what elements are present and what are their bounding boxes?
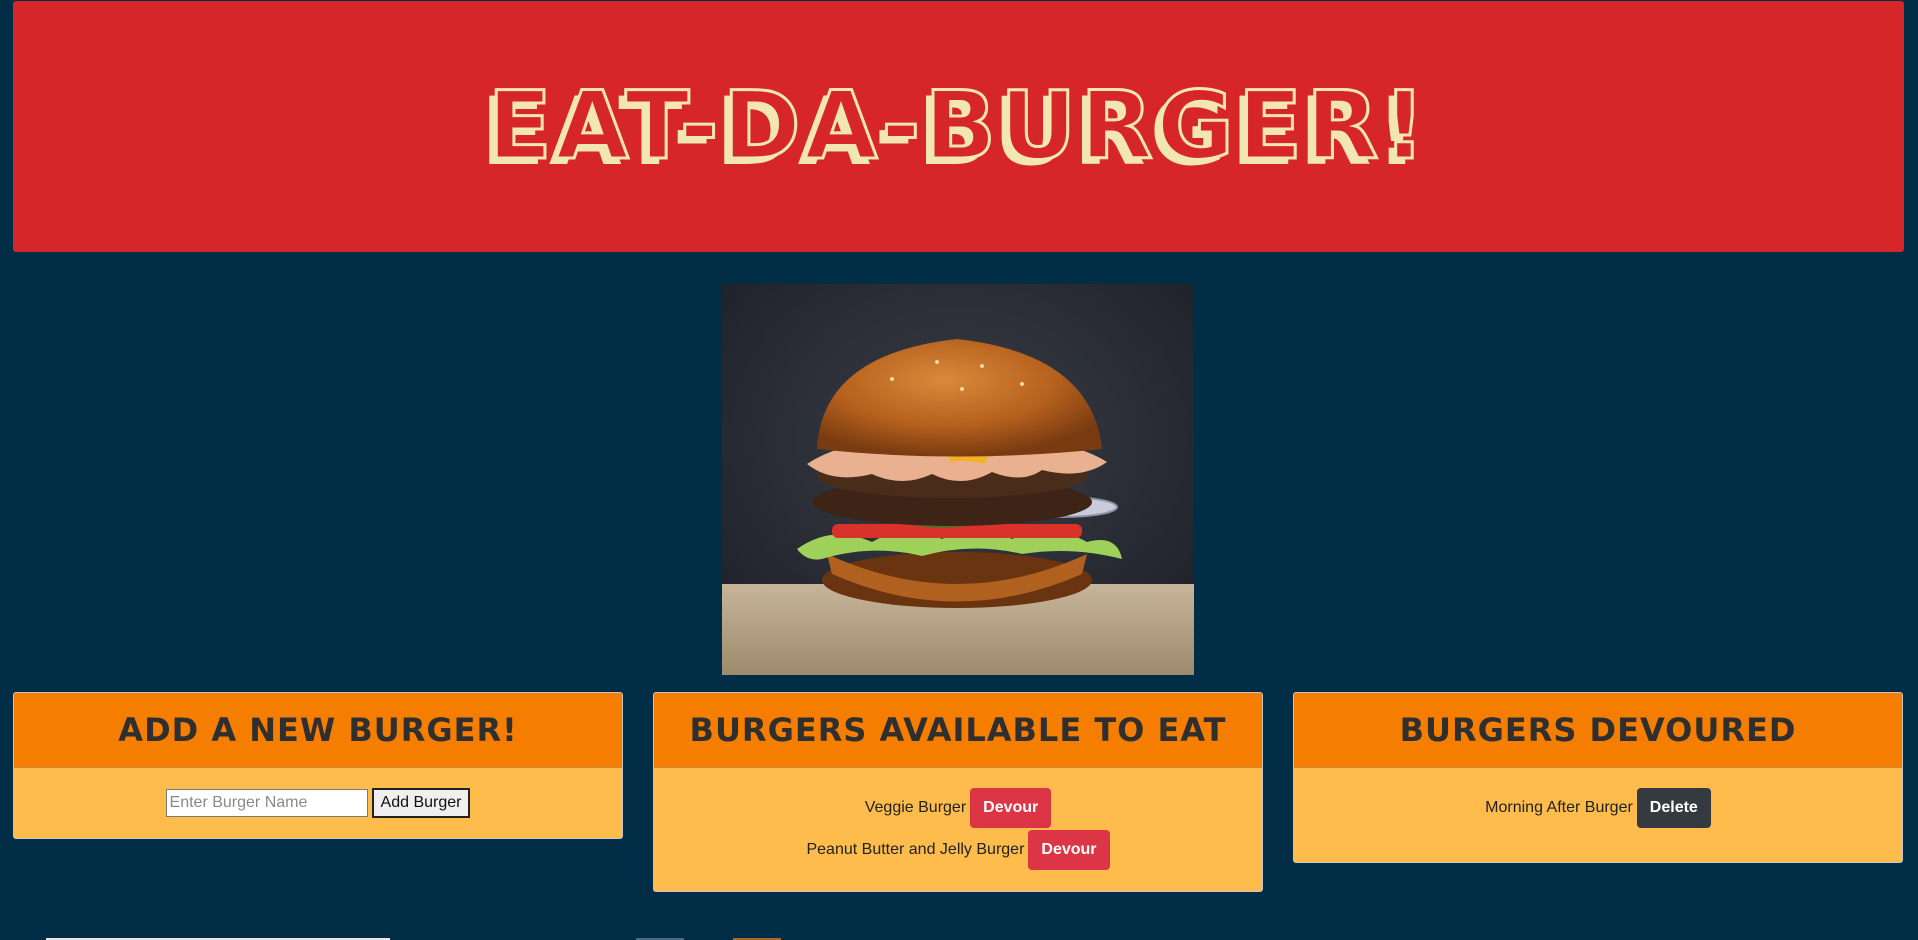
devoured-burgers-card: Burgers Devoured Morning After Burger De… [1293, 692, 1903, 863]
list-item: Morning After Burger Delete [1485, 788, 1711, 828]
devoured-burgers-list: Morning After Burger Delete [1294, 768, 1902, 844]
available-burgers-list: Veggie Burger Devour Peanut Butter and J… [654, 768, 1262, 886]
devour-button[interactable]: Devour [970, 788, 1052, 828]
burger-name: Morning After Burger [1485, 799, 1633, 816]
list-item: Peanut Butter and Jelly Burger Devour [806, 830, 1110, 870]
devoured-burgers-card-header: Burgers Devoured [1294, 693, 1902, 768]
available-burgers-heading: Burgers Available to Eat [689, 711, 1227, 749]
available-burgers-card-header: Burgers Available to Eat [654, 693, 1262, 768]
burger-name: Veggie Burger [864, 799, 967, 816]
burger-image [722, 284, 1194, 675]
header-banner: EAT-DA-BURGER! [13, 1, 1904, 252]
add-burger-card: Add a New Burger! Add Burger [13, 692, 623, 839]
available-burgers-card: Burgers Available to Eat Veggie Burger D… [653, 692, 1263, 892]
delete-button[interactable]: Delete [1636, 788, 1711, 828]
list-item: Veggie Burger Devour [865, 788, 1052, 828]
devour-button[interactable]: Devour [1028, 830, 1110, 870]
burger-name: Peanut Butter and Jelly Burger [806, 841, 1025, 858]
page-title: EAT-DA-BURGER! [486, 71, 1430, 181]
devoured-burgers-heading: Burgers Devoured [1399, 711, 1797, 749]
add-burger-heading: Add a New Burger! [118, 711, 518, 749]
add-burger-card-body: Add Burger [14, 768, 622, 832]
add-burger-card-header: Add a New Burger! [14, 693, 622, 768]
add-burger-button[interactable]: Add Burger [371, 788, 471, 818]
add-burger-form: Add Burger [165, 788, 471, 818]
burger-name-input[interactable] [165, 789, 368, 817]
